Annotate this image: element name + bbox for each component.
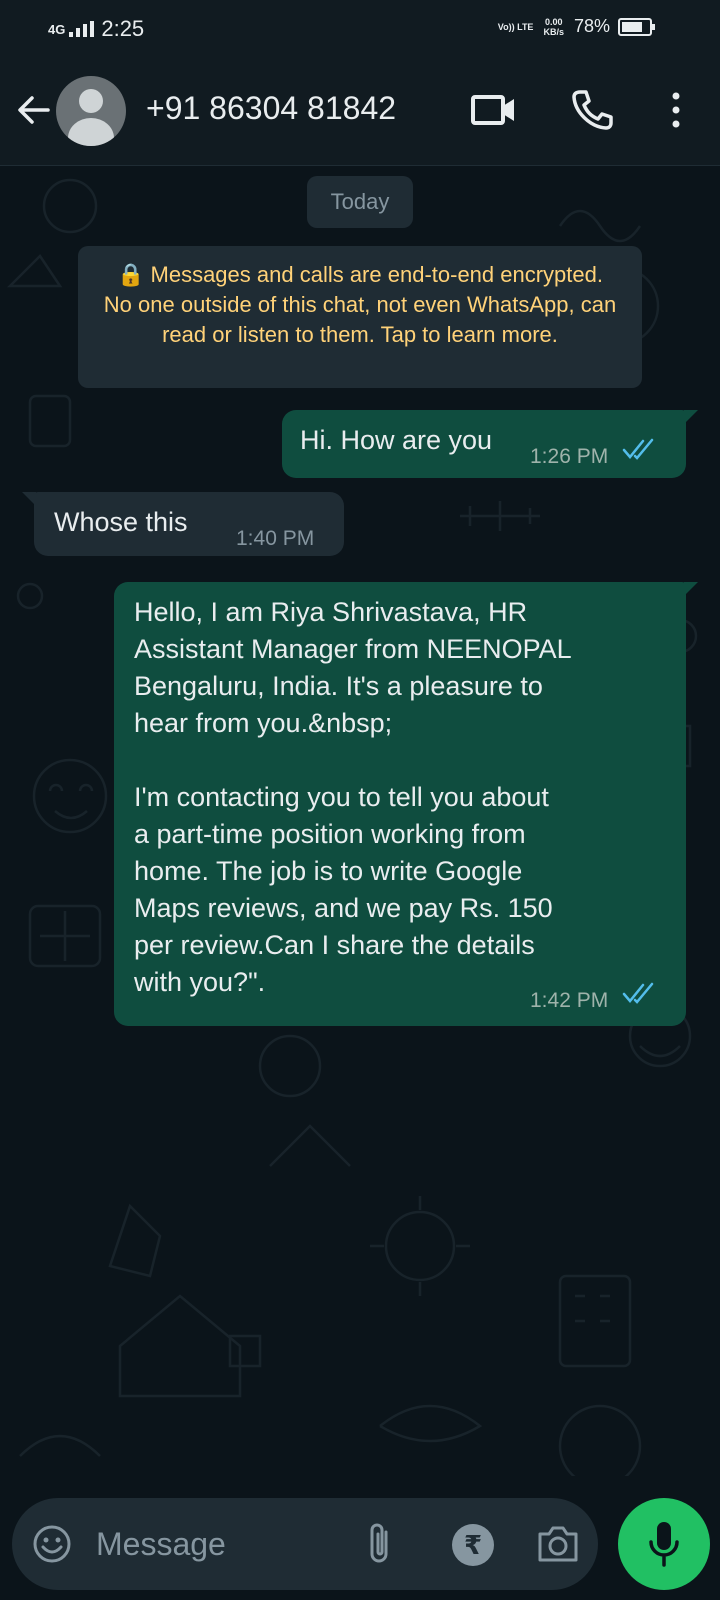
- message-composer: ₹: [12, 1498, 598, 1590]
- contact-name[interactable]: +91 86304 81842: [146, 90, 396, 127]
- data-speed: 0.00 KB/s: [543, 17, 564, 37]
- bubble-tail: [22, 492, 36, 506]
- mic-button[interactable]: [618, 1498, 710, 1590]
- message-bubble-incoming[interactable]: Whose this 1:40 PM: [22, 492, 344, 556]
- back-arrow-icon[interactable]: [14, 90, 54, 130]
- voice-call-icon[interactable]: [570, 88, 614, 132]
- message-time: 1:40 PM: [236, 527, 315, 550]
- message-bubble-outgoing[interactable]: Hello, I am Riya Shrivastava, HR Assista…: [114, 582, 698, 1026]
- video-call-icon[interactable]: [470, 90, 518, 130]
- date-chip: Today: [307, 176, 413, 228]
- network-indicator: 4G: [48, 21, 66, 37]
- message-text: Hello, I am Riya Shrivastava, HR Assista…: [134, 597, 572, 997]
- message-time: 1:26 PM: [530, 445, 609, 468]
- message-bubble-outgoing[interactable]: Hi. How are you 1:26 PM: [282, 410, 698, 478]
- camera-icon[interactable]: [536, 1522, 580, 1564]
- more-options-icon[interactable]: [660, 90, 692, 130]
- battery-percent: 78%: [573, 16, 610, 36]
- message-text: Whose this: [54, 507, 188, 537]
- bubble-tail: [684, 582, 698, 596]
- avatar-head: [79, 89, 103, 113]
- status-left: 4G 2:25: [48, 16, 144, 42]
- avatar[interactable]: [56, 76, 126, 146]
- chat-area[interactable]: Today 🔒 Messages and calls are end-to-en…: [0, 166, 720, 1476]
- signal-icon: [69, 21, 95, 37]
- emoji-icon[interactable]: [32, 1524, 72, 1564]
- read-ticks-icon: [622, 982, 654, 1004]
- data-speed-unit: KB/s: [543, 26, 564, 37]
- battery-level: [622, 21, 643, 32]
- status-right: Vo)) LTE 0.00 KB/s 78%: [497, 16, 655, 37]
- message-text: Hi. How are you: [300, 425, 493, 455]
- data-speed-value: 0.00: [544, 16, 563, 27]
- bubble-tail: [684, 410, 698, 424]
- avatar-body: [68, 118, 114, 146]
- volte-indicator: Vo)) LTE: [497, 21, 534, 32]
- battery-icon: [618, 17, 655, 36]
- encryption-notice[interactable]: 🔒 Messages and calls are end-to-end encr…: [78, 246, 642, 388]
- clock: 2:25: [101, 16, 145, 41]
- attach-icon[interactable]: [362, 1520, 398, 1568]
- message-time: 1:42 PM: [530, 989, 609, 1012]
- mic-icon: [649, 1522, 679, 1567]
- chat-header: +91 86304 81842: [0, 60, 720, 166]
- message-input[interactable]: [96, 1522, 356, 1566]
- read-ticks-icon: [622, 438, 654, 460]
- status-bar: 4G 2:25 Vo)) LTE 0.00 KB/s 78%: [0, 0, 720, 60]
- payment-rupee-icon[interactable]: ₹: [452, 1524, 494, 1566]
